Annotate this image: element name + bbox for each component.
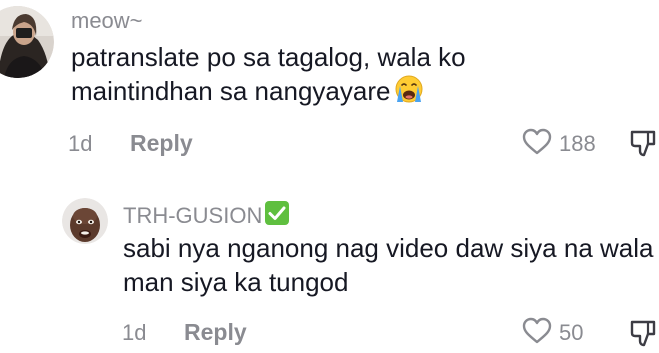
reply-age: 1d xyxy=(122,320,147,345)
comment-age: 1d xyxy=(68,131,93,156)
reply-item: TRH-GUSION sabi nya nganong nag video da… xyxy=(0,185,659,351)
heart-icon[interactable] xyxy=(522,317,552,350)
avatar[interactable] xyxy=(0,6,54,78)
like-count: 188 xyxy=(559,131,596,156)
heart-icon[interactable] xyxy=(522,128,552,161)
reply-button[interactable]: Reply xyxy=(130,132,193,155)
comment-text: patranslate po sa tagalog, wala ko maint… xyxy=(71,40,541,112)
comment-item: meow~ patranslate po sa tagalog, wala ko… xyxy=(0,0,659,175)
loudly-crying-face-icon xyxy=(394,74,424,112)
like-count: 50 xyxy=(559,320,584,345)
avatar[interactable] xyxy=(62,198,108,244)
check-mark-button-icon xyxy=(264,200,290,230)
reply-username[interactable]: TRH-GUSION xyxy=(123,200,290,230)
reply-button[interactable]: Reply xyxy=(184,321,247,344)
dislike-icon[interactable] xyxy=(628,128,658,163)
reply-username-text[interactable]: TRH-GUSION xyxy=(123,203,262,228)
reply-text: sabi nya nganong nag video daw siya na w… xyxy=(123,233,654,297)
dislike-icon[interactable] xyxy=(628,318,658,353)
comment-username[interactable]: meow~ xyxy=(71,10,143,32)
